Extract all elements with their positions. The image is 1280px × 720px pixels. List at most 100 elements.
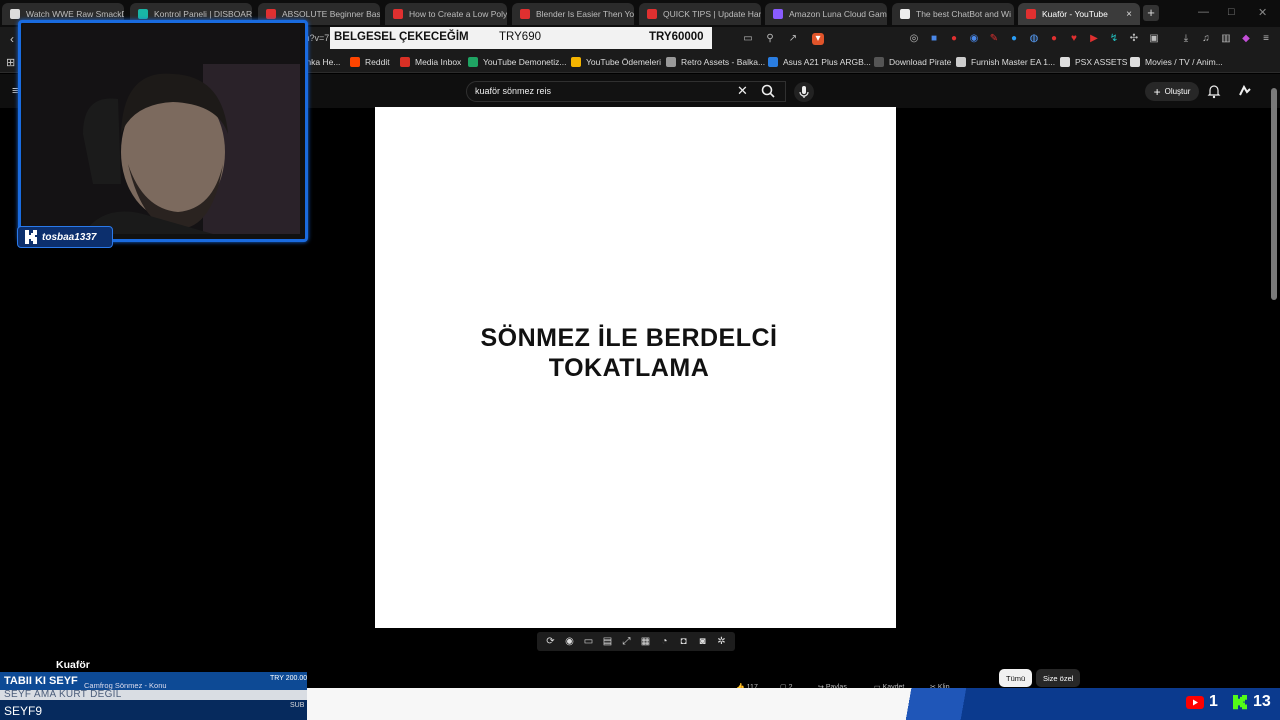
stream-counter-panel — [885, 688, 1280, 720]
download-icon[interactable]: ⤓ — [1180, 33, 1192, 45]
kick-icon — [25, 230, 37, 244]
ticker-message-3: SEYF9 — [4, 704, 43, 718]
tab-close-icon[interactable]: × — [1126, 9, 1132, 20]
search-button[interactable] — [755, 81, 783, 102]
audio-icon[interactable]: ◉ — [564, 636, 576, 648]
browser-tab[interactable]: Kuaför - YouTube × — [1018, 3, 1140, 25]
bookmark-label: Reddit — [365, 57, 390, 67]
webcam-person-image — [23, 24, 300, 234]
extension-icon[interactable]: ● — [1008, 33, 1020, 45]
tab-favicon-icon — [520, 9, 530, 19]
notifications-button[interactable] — [1207, 83, 1221, 104]
page-scrollbar[interactable] — [1271, 88, 1277, 300]
ticker-message-2: SEYF AMA KURT DEĞİL — [4, 689, 122, 700]
new-tab-button[interactable]: + — [1143, 5, 1159, 21]
search-icon — [761, 84, 775, 98]
pip-icon[interactable]: ◘ — [678, 636, 690, 648]
extension-icon[interactable]: ♥ — [1068, 33, 1080, 45]
cast-icon[interactable]: ▭ — [742, 33, 754, 45]
video-title-line-2: TOKATLAMA — [548, 354, 710, 382]
bookmark-favicon-icon — [666, 57, 676, 67]
loop-icon[interactable]: ⟳ — [545, 636, 557, 648]
bookmark-item[interactable]: Movies / TV / Anim... — [1130, 57, 1223, 67]
extension-icon[interactable]: ● — [948, 33, 960, 45]
bookmark-favicon-icon — [350, 57, 360, 67]
browser-tab[interactable]: Blender Is Easier Then You — [512, 3, 634, 25]
bookmark-item[interactable]: PSX ASSETS — [1060, 57, 1127, 67]
bookmark-item[interactable]: YouTube Demonetiz... — [468, 57, 566, 67]
webcam-username: tosbaa1337 — [42, 231, 97, 243]
bookmark-favicon-icon — [768, 57, 778, 67]
bookmark-label: Download Pirate — [889, 57, 952, 67]
bookmark-favicon-icon — [1130, 57, 1140, 67]
sidebar-icon[interactable]: ▣ — [1148, 33, 1160, 45]
ticker-amount-1: TRY 200.00 — [270, 675, 308, 682]
extension-icon[interactable]: ■ — [928, 33, 940, 45]
extension-icon[interactable]: ◎ — [908, 33, 920, 45]
clear-search-icon[interactable]: ✕ — [737, 83, 748, 99]
bookmark-label: Movies / TV / Anim... — [1145, 57, 1223, 67]
minimize-icon[interactable]: — — [1198, 6, 1209, 18]
browser-tab[interactable]: QUICK TIPS | Update Hand — [639, 3, 761, 25]
bookmark-label: Retro Assets - Balka... — [681, 57, 766, 67]
bookmark-item[interactable]: Furnish Master EA 1... — [956, 57, 1055, 67]
channel-name[interactable]: Kuaför — [56, 659, 90, 671]
bookmark-item[interactable]: Media Inbox — [400, 57, 461, 67]
bookmark-item[interactable]: Download Pirate — [874, 57, 951, 67]
extension-icon[interactable]: ● — [1048, 33, 1060, 45]
resize-icon[interactable]: ⤢ — [621, 636, 633, 648]
vpn-icon[interactable]: ◆ — [1240, 33, 1252, 45]
settings-icon[interactable]: ✲ — [716, 636, 728, 648]
bookmark-label: YouTube Demonetiz... — [483, 57, 567, 67]
bookmark-favicon-icon — [874, 57, 884, 67]
bookmark-label: Media Inbox — [415, 57, 462, 67]
bookmark-item[interactable]: Reddit — [350, 57, 390, 67]
bookmark-item[interactable]: YouTube Ödemeleri — [571, 57, 661, 67]
tab-favicon-icon — [393, 9, 403, 19]
tab-title: Watch WWE Raw SmackD — [26, 9, 124, 19]
tab-title: Kontrol Paneli | DISBOARD — [154, 9, 252, 19]
bookmark-favicon-icon — [400, 57, 410, 67]
extension-icon[interactable]: ◉ — [968, 33, 980, 45]
brave-shield-icon[interactable]: ▾ — [812, 33, 824, 45]
tab-title: ABSOLUTE Beginner Basic — [282, 9, 380, 19]
apps-icon[interactable]: ⊞ — [6, 56, 15, 69]
back-icon[interactable]: ‹ — [10, 32, 14, 46]
zoom-icon[interactable]: ⚲ — [764, 33, 776, 45]
screenshot-icon[interactable]: ▭ — [583, 636, 595, 648]
chip-all[interactable]: Tümü — [999, 669, 1033, 687]
avatar[interactable] — [1238, 84, 1252, 98]
extension-icon[interactable]: ◍ — [1028, 33, 1040, 45]
share-icon[interactable]: ↗ — [787, 33, 799, 45]
extension-icon[interactable]: ▶ — [1088, 33, 1100, 45]
bookmark-favicon-icon — [1060, 57, 1070, 67]
maximize-icon[interactable]: □ — [1228, 6, 1235, 18]
chip-for-you[interactable]: Size özel — [1036, 669, 1081, 687]
cinema-icon[interactable]: ▦ — [640, 636, 652, 648]
extension-icon[interactable]: ✎ — [988, 33, 1000, 45]
extension-icon[interactable]: ↯ — [1108, 33, 1120, 45]
browser-tab[interactable]: Amazon Luna Cloud Gam — [765, 3, 887, 25]
voice-search-button[interactable] — [794, 82, 814, 102]
search-input[interactable]: kuaför sönmez reis — [475, 86, 551, 96]
filmstrip-icon[interactable]: ▤ — [602, 636, 614, 648]
browser-tab[interactable]: How to Create a Low Poly — [385, 3, 507, 25]
tab-title: The best ChatBot and Wi — [916, 9, 1011, 19]
bookmark-label: Asus A21 Plus ARGB... — [783, 57, 871, 67]
media-icon[interactable]: ♫ — [1200, 33, 1212, 45]
bookmark-item[interactable]: Asus A21 Plus ARGB... — [768, 57, 871, 67]
bookmark-item[interactable]: Retro Assets - Balka... — [666, 57, 765, 67]
browser-tab[interactable]: The best ChatBot and Wi — [892, 3, 1014, 25]
close-window-icon[interactable]: ✕ — [1258, 6, 1267, 19]
bookmark-favicon-icon — [956, 57, 966, 67]
donation-amount-1: TRY690 — [499, 31, 541, 43]
panel-icon[interactable]: ▥ — [1220, 33, 1232, 45]
tab-title: Kuaför - YouTube — [1042, 9, 1108, 19]
menu-icon[interactable]: ≡ — [1260, 33, 1272, 45]
puzzle-icon[interactable]: ✣ — [1128, 33, 1140, 45]
bookmark-label: PSX ASSETS — [1075, 57, 1128, 67]
camera-icon[interactable]: ◙ — [697, 636, 709, 648]
ticker-message-1: TABII KI SEYF — [4, 675, 78, 687]
create-button[interactable]: + Oluştur — [1145, 82, 1199, 101]
speed-icon[interactable]: ◔ — [659, 636, 671, 648]
